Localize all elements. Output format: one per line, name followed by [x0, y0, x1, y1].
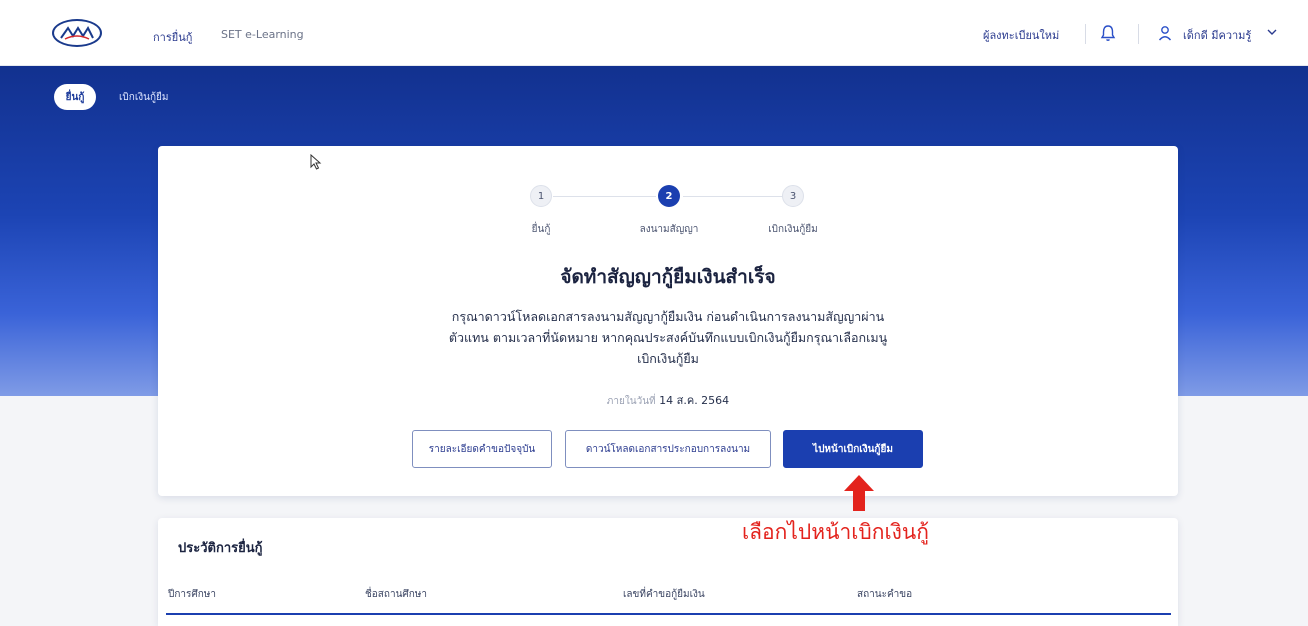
red-arrow-up-icon: [844, 475, 874, 511]
column-header-academic-year[interactable]: ปีการศึกษา: [168, 587, 216, 602]
stepper-connector: [683, 196, 783, 197]
column-header-status[interactable]: สถานะคำขอ: [857, 587, 912, 602]
nav-link-loan-application[interactable]: การยื่นกู้: [153, 28, 192, 46]
step-3-indicator: 3: [782, 185, 804, 207]
kyslf-logo[interactable]: [52, 19, 102, 47]
register-link[interactable]: ผู้ลงทะเบียนใหม่: [983, 26, 1059, 44]
chevron-down-icon[interactable]: [1266, 26, 1278, 38]
request-details-button[interactable]: รายละเอียดคำขอปัจจุบัน: [412, 430, 552, 468]
deadline-label: ภายในวันที่: [606, 396, 656, 407]
deadline-date: 14 ส.ค. 2564: [659, 394, 730, 407]
instruction-line: กรุณาดาวน์โหลดเอกสารลงนามสัญญากู้ยืมเงิน…: [451, 309, 885, 324]
nav-link-set-elearning[interactable]: SET e-Learning: [221, 28, 304, 41]
step-1-indicator: 1: [530, 185, 552, 207]
table-header-underline: [166, 613, 1171, 615]
divider: [1085, 24, 1086, 44]
stepper-connector: [553, 196, 656, 197]
column-header-institution[interactable]: ชื่อสถานศึกษา: [365, 587, 427, 602]
instruction-text: กรุณาดาวน์โหลดเอกสารลงนามสัญญากู้ยืมเงิน…: [390, 306, 946, 369]
breadcrumb-disburse-link[interactable]: เบิกเงินกู้ยืม: [119, 90, 168, 105]
mouse-cursor-icon: [310, 154, 322, 170]
step-3-label: เบิกเงินกู้ยืม: [768, 224, 818, 235]
instruction-line: เบิกเงินกู้ยืม: [637, 351, 699, 366]
download-documents-button[interactable]: ดาวน์โหลดเอกสารประกอบการลงนาม: [565, 430, 771, 468]
step-2-label: ลงนามสัญญา: [639, 224, 699, 235]
step-1-label: ยื่นกู้: [531, 224, 551, 235]
column-header-request-number[interactable]: เลขที่คำขอกู้ยืมเงิน: [623, 587, 705, 602]
user-icon[interactable]: [1157, 24, 1173, 42]
annotation-label: เลือกไปหน้าเบิกเงินกู้: [742, 520, 929, 544]
user-name[interactable]: เด็กดี มีความรู้: [1183, 26, 1251, 44]
deadline-row: ภายในวันที่ 14 ส.ค. 2564: [158, 391, 1178, 409]
divider: [1138, 24, 1139, 44]
go-to-disburse-button[interactable]: ไปหน้าเบิกเงินกู้ยืม: [783, 430, 923, 468]
breadcrumb-apply-pill[interactable]: ยื่นกู้: [54, 84, 96, 110]
history-title: ประวัติการยื่นกู้: [178, 541, 263, 556]
instruction-line: ตัวแทน ตามเวลาที่นัดหมาย หากคุณประสงค์บั…: [448, 330, 888, 345]
step-2-indicator: 2: [658, 185, 680, 207]
logo-mark-icon: [60, 25, 94, 40]
page-title: จัดทำสัญญากู้ยืมเงินสำเร็จ: [560, 266, 776, 288]
bell-icon[interactable]: [1100, 24, 1116, 42]
history-card: [158, 518, 1178, 626]
